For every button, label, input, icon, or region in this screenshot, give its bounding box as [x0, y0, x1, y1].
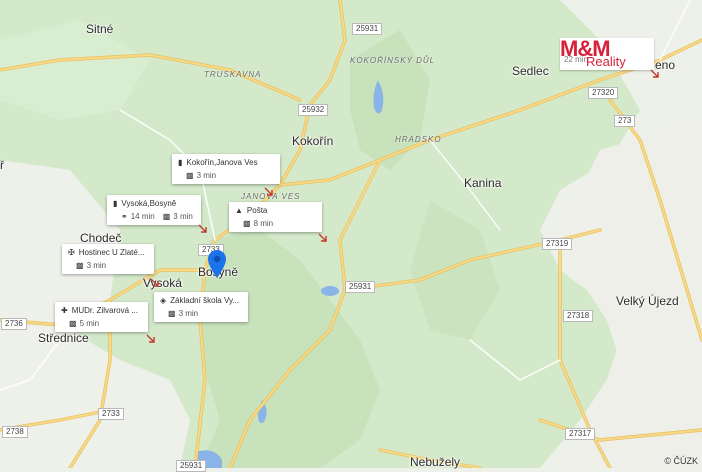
- road-number: 27317: [565, 428, 596, 440]
- property-marker-icon[interactable]: [208, 250, 226, 278]
- travel-time: 8 min: [253, 219, 274, 228]
- poi-card-bus-stop[interactable]: ▮ Kokořín,Janova Ves ▩ 3 min: [172, 154, 280, 184]
- car-icon: ▩: [243, 218, 251, 228]
- map-copyright: © ČÚZK: [664, 456, 698, 466]
- poi-name: Hostinec U Zlaté...: [78, 248, 145, 257]
- road-number: 25932: [298, 104, 329, 116]
- town-label: Kokořín: [292, 134, 334, 148]
- poi-name: Kokořín,Janova Ves: [186, 158, 258, 167]
- poi-card-medical[interactable]: ✚ MUDr. Zilvarová ... ▩ 5 min: [55, 302, 148, 332]
- road-number: 27318: [563, 310, 594, 322]
- road-number: 25931: [176, 460, 207, 472]
- locality-label: KOKOŘÍNSKÝ DŮL: [350, 56, 436, 65]
- road-number: 2738: [2, 426, 28, 438]
- poi-pointer-icon: [318, 233, 327, 242]
- brand-subtitle: Reality: [586, 54, 626, 69]
- locality-label: HRADSKO: [395, 135, 442, 144]
- post-office-icon: ▲: [235, 205, 243, 215]
- brand-travel-time: 22 min: [564, 55, 589, 64]
- brand-logo: M&M 22 min Reality: [560, 36, 654, 70]
- road-number: 27320: [588, 87, 619, 99]
- poi-name: Vysoká,Bosyně: [121, 199, 177, 208]
- travel-time: 3 min: [196, 171, 217, 180]
- bus-icon: ▮: [178, 157, 183, 167]
- car-icon: ▩: [76, 260, 84, 270]
- poi-card-school[interactable]: ◈ Základní škola Vy... ▩ 3 min: [154, 292, 248, 322]
- road-number: 2736: [1, 318, 27, 330]
- locality-label: TRUSKAVNA: [204, 70, 262, 79]
- poi-pointer-icon: [150, 278, 159, 287]
- poi-pointer-icon: [650, 69, 659, 78]
- school-icon: ◈: [160, 295, 167, 305]
- car-icon: ▩: [162, 211, 171, 221]
- poi-pointer-icon: [264, 187, 273, 196]
- travel-time: 14 min: [130, 212, 155, 221]
- road-number: 25931: [345, 281, 376, 293]
- town-label: Nebužely: [410, 455, 461, 469]
- poi-card-restaurant[interactable]: ✠ Hostinec U Zlaté... ▩ 3 min: [62, 244, 154, 274]
- town-label: Chodeč: [80, 231, 122, 245]
- travel-time: 3 min: [173, 212, 193, 221]
- town-label: Střednice: [38, 331, 89, 345]
- road-number: 27319: [542, 238, 573, 250]
- poi-pointer-icon: [198, 224, 207, 233]
- car-icon: ▩: [186, 170, 194, 180]
- town-label: Sitné: [86, 22, 114, 36]
- walk-icon: ⚭: [121, 211, 128, 221]
- town-label: ř: [0, 158, 4, 172]
- car-icon: ▩: [168, 308, 176, 318]
- medical-icon: ✚: [61, 305, 68, 315]
- water-body: [321, 286, 339, 296]
- travel-time: 5 min: [79, 319, 100, 328]
- poi-card-bus-stop[interactable]: ▮ Vysoká,Bosyně ⚭ 14 min ▩ 3 min: [107, 195, 201, 225]
- poi-name: Základní škola Vy...: [170, 296, 240, 305]
- road-number: 25931: [352, 23, 383, 35]
- road-number: 273: [614, 115, 636, 127]
- poi-pointer-icon: [146, 334, 155, 343]
- town-label: Vysoká: [143, 276, 182, 290]
- poi-card-post-office[interactable]: ▲ Pošta ▩ 8 min: [229, 202, 322, 232]
- restaurant-icon: ✠: [68, 247, 75, 257]
- travel-time: 3 min: [178, 309, 199, 318]
- poi-name: Pošta: [246, 206, 268, 215]
- travel-time: 3 min: [86, 261, 107, 270]
- town-label: Sedlec: [512, 64, 549, 78]
- road-number: 2733: [98, 408, 124, 420]
- town-label: Kanina: [464, 176, 502, 190]
- town-label: Velký Újezd: [616, 294, 679, 308]
- car-icon: ▩: [69, 318, 77, 328]
- poi-name: MUDr. Zilvarová ...: [71, 306, 138, 315]
- bus-icon: ▮: [113, 198, 118, 208]
